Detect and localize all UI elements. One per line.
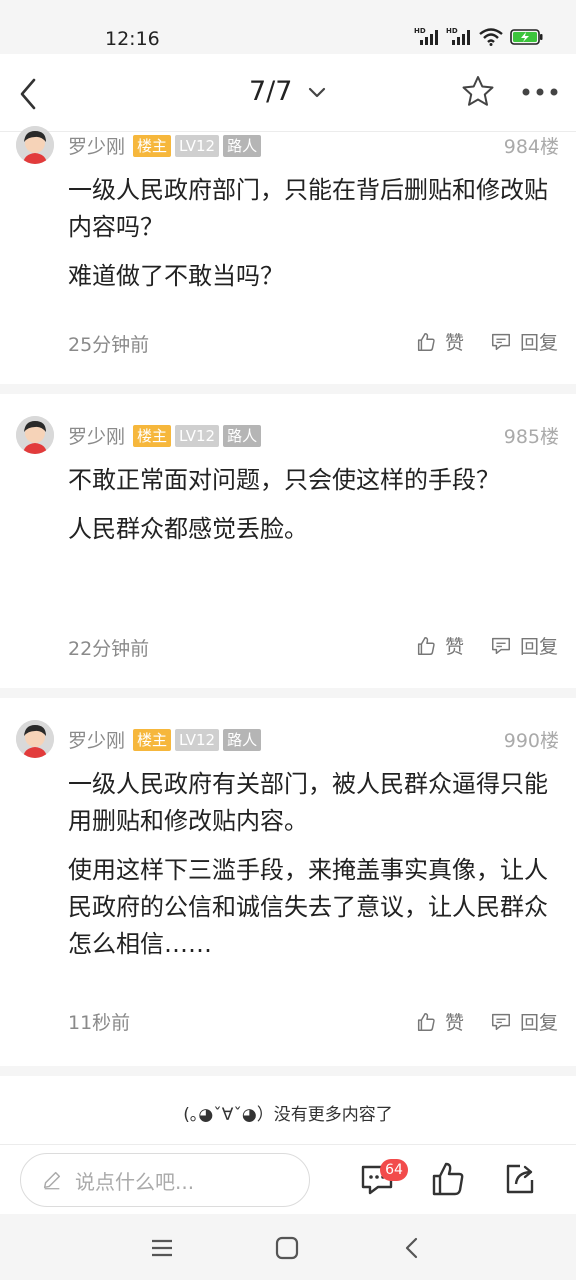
thumbs-up-icon[interactable] — [428, 1159, 468, 1199]
post-content: 不敢正常面对问题，只会使这样的手段？ 人民群众都感觉丢脸。 — [68, 462, 548, 560]
post-time: 25分钟前 — [68, 334, 150, 356]
posts-list: 罗少刚 楼主 LV12 路人 984楼 一级人民政府部门，只能在背后删贴和修改贴… — [0, 126, 576, 1076]
thumbs-up-icon — [417, 1012, 435, 1031]
reply-button[interactable]: 回复 — [490, 1008, 558, 1035]
author-row: 罗少刚 楼主 LV12 路人 — [68, 132, 262, 159]
level-badge: LV12 — [175, 134, 220, 157]
post-actions: 赞 回复 — [415, 328, 558, 355]
host-badge: 楼主 — [133, 728, 172, 751]
reply-label: 回复 — [519, 1012, 558, 1034]
reply-icon — [492, 1013, 510, 1030]
no-more-content: (｡◕ˇ∀ˇ◕）没有更多内容了 — [183, 1105, 393, 1125]
system-nav-bar — [0, 1214, 576, 1280]
author-row: 罗少刚 楼主 LV12 路人 — [68, 726, 262, 753]
post-time: 22分钟前 — [68, 638, 150, 660]
floor-number: 984楼 — [503, 136, 559, 158]
like-button[interactable]: 赞 — [415, 632, 464, 659]
svg-text:HD: HD — [446, 27, 458, 35]
reply-button[interactable]: 回复 — [490, 328, 558, 355]
comment-count-badge: 64 — [380, 1159, 408, 1181]
author-row: 罗少刚 楼主 LV12 路人 — [68, 422, 262, 449]
level-badge: LV12 — [175, 424, 220, 447]
reply-label: 回复 — [519, 332, 558, 354]
post-content: 一级人民政府部门，只能在背后删贴和修改贴内容吗？ 难道做了不敢当吗？ — [68, 172, 548, 307]
title-badge: 路人 — [223, 424, 262, 447]
post-actions: 赞 回复 — [415, 632, 558, 659]
post-item[interactable]: 罗少刚 楼主 LV12 路人 984楼 一级人民政府部门，只能在背后删贴和修改贴… — [0, 126, 576, 394]
like-button[interactable]: 赞 — [415, 328, 464, 355]
post-paragraph: 难道做了不敢当吗？ — [68, 262, 284, 290]
post-paragraph: 一级人民政府部门，只能在背后删贴和修改贴内容吗？ — [68, 176, 548, 241]
author-name[interactable]: 罗少刚 — [68, 132, 125, 159]
wifi-icon — [479, 28, 503, 46]
host-badge: 楼主 — [133, 424, 172, 447]
post-time: 11秒前 — [68, 1012, 131, 1034]
reply-icon — [492, 637, 510, 654]
like-label: 赞 — [444, 636, 464, 658]
level-badge: LV12 — [175, 728, 220, 751]
author-name[interactable]: 罗少刚 — [68, 726, 125, 753]
hd-signal-icon: HD — [414, 27, 438, 45]
star-icon[interactable] — [460, 74, 496, 110]
avatar-image — [16, 126, 54, 164]
page-indicator-text: 7/7 — [248, 76, 293, 107]
thumbs-up-icon — [417, 636, 435, 655]
like-button[interactable]: 赞 — [415, 1008, 464, 1035]
reply-icon — [492, 333, 510, 350]
host-badge: 楼主 — [133, 134, 172, 157]
floor-number: 985楼 — [503, 426, 559, 448]
back-icon[interactable] — [398, 1234, 426, 1262]
post-paragraph: 一级人民政府有关部门，被人民群众逼得只能用删贴和修改贴内容。 — [68, 770, 548, 835]
like-label: 赞 — [444, 1012, 464, 1034]
floor-number: 990楼 — [503, 730, 559, 752]
status-bar: 12:16 HD HD — [0, 0, 576, 54]
reply-button[interactable]: 回复 — [490, 632, 558, 659]
nav-bar: 7/7 — [0, 54, 576, 132]
reply-label: 回复 — [519, 636, 558, 658]
menu-icon[interactable] — [148, 1234, 176, 1262]
author-name[interactable]: 罗少刚 — [68, 422, 125, 449]
home-icon[interactable] — [273, 1234, 301, 1262]
avatar-image — [16, 720, 54, 758]
avatar-image — [16, 416, 54, 454]
avatar[interactable] — [16, 416, 54, 454]
battery-charging-icon — [510, 29, 543, 45]
avatar[interactable] — [16, 720, 54, 758]
status-time: 12:16 — [105, 28, 160, 50]
avatar[interactable] — [16, 126, 54, 164]
post-paragraph: 使用这样下三滥手段，来掩盖事实真像，让人民政府的公信和诚信失去了意议，让人民群众… — [68, 856, 548, 958]
title-badge: 路人 — [223, 728, 262, 751]
more-icon[interactable] — [520, 84, 560, 100]
post-paragraph: 不敢正常面对问题，只会使这样的手段？ — [68, 466, 500, 494]
reply-input[interactable]: 说点什么吧... — [20, 1153, 310, 1207]
pencil-icon — [43, 1171, 61, 1190]
hd-signal-icon: HD — [446, 27, 470, 45]
like-label: 赞 — [444, 332, 464, 354]
status-icons: HD HD — [414, 26, 544, 46]
share-icon[interactable] — [500, 1159, 540, 1199]
post-item[interactable]: 罗少刚 楼主 LV12 路人 985楼 不敢正常面对问题，只会使这样的手段？ 人… — [0, 394, 576, 698]
title-badge: 路人 — [223, 134, 262, 157]
thumbs-up-icon — [417, 332, 435, 351]
post-paragraph: 人民群众都感觉丢脸。 — [68, 515, 308, 543]
reply-placeholder: 说点什么吧... — [75, 1169, 195, 1194]
post-content: 一级人民政府有关部门，被人民群众逼得只能用删贴和修改贴内容。 使用这样下三滥手段… — [68, 766, 548, 975]
post-item[interactable]: 罗少刚 楼主 LV12 路人 990楼 一级人民政府有关部门，被人民群众逼得只能… — [0, 698, 576, 1076]
svg-text:HD: HD — [414, 27, 426, 35]
post-actions: 赞 回复 — [415, 1008, 558, 1035]
bottom-bar: 说点什么吧... 64 — [0, 1144, 576, 1214]
chevron-down-icon — [308, 87, 326, 97]
